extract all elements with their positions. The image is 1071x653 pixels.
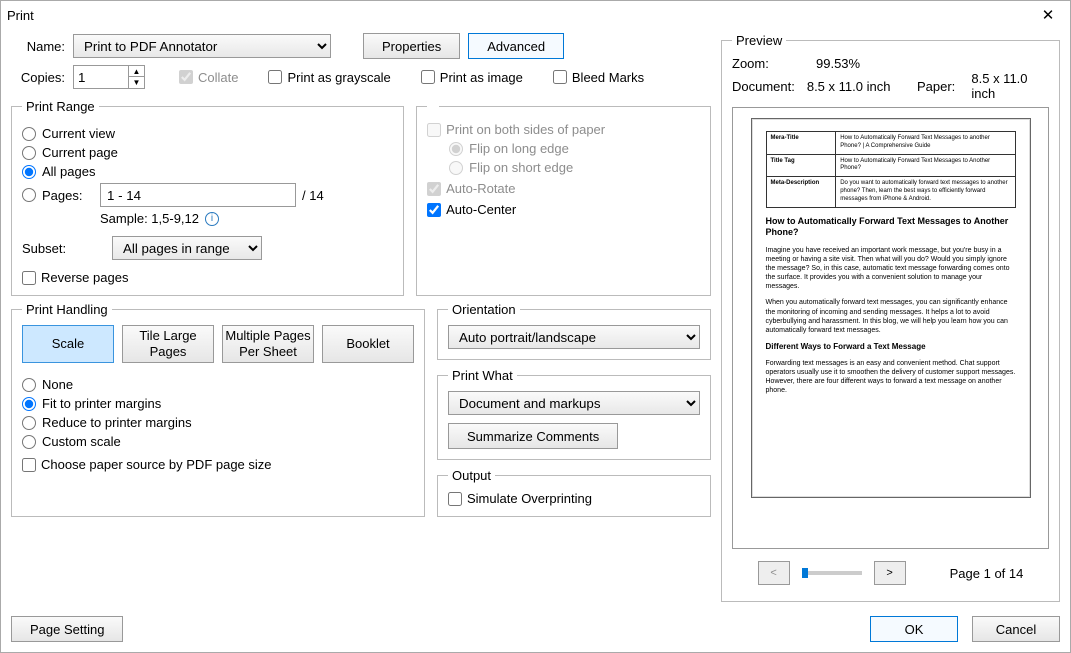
bleed-marks-checkbox[interactable]: Bleed Marks [553, 70, 644, 85]
window-title: Print [7, 8, 34, 23]
print-handling-group: Print Handling Scale Tile Large Pages Mu… [11, 302, 425, 517]
scale-fit-radio[interactable]: Fit to printer margins [22, 396, 414, 411]
scale-custom-radio[interactable]: Custom scale [22, 434, 414, 449]
page-slider[interactable] [802, 571, 862, 575]
ok-button[interactable]: OK [870, 616, 958, 642]
print-as-image-checkbox[interactable]: Print as image [421, 70, 523, 85]
pages-sample: Sample: 1,5-9,12 [100, 211, 199, 226]
summarize-comments-button[interactable]: Summarize Comments [448, 423, 618, 449]
both-sides-checkbox: Print on both sides of paper [427, 122, 700, 137]
reverse-pages-checkbox[interactable]: Reverse pages [22, 270, 393, 285]
pages-label: Pages: [42, 188, 94, 203]
current-view-radio[interactable]: Current view [22, 126, 393, 141]
orientation-select[interactable]: Auto portrait/landscape [448, 325, 700, 349]
zoom-value: 99.53% [816, 56, 860, 71]
paper-label: Paper: [917, 79, 963, 94]
document-size: 8.5 x 11.0 inch [807, 79, 909, 94]
scale-reduce-radio[interactable]: Reduce to printer margins [22, 415, 414, 430]
grayscale-checkbox[interactable]: Print as grayscale [268, 70, 390, 85]
info-icon[interactable]: i [205, 212, 219, 226]
booklet-tab[interactable]: Booklet [322, 325, 414, 363]
print-handling-legend: Print Handling [22, 302, 112, 317]
duplex-group: . Print on both sides of paper Flip on l… [416, 99, 711, 296]
properties-button[interactable]: Properties [363, 33, 460, 59]
preview-canvas: Mera-TitleHow to Automatically Forward T… [732, 107, 1049, 549]
all-pages-radio[interactable]: All pages [22, 164, 393, 179]
print-what-select[interactable]: Document and markups [448, 391, 700, 415]
preview-group: Preview Zoom: 99.53% Document: 8.5 x 11.0… [721, 33, 1060, 602]
collate-checkbox: Collate [179, 70, 238, 85]
multiple-tab[interactable]: Multiple Pages Per Sheet [222, 325, 314, 363]
close-icon[interactable]: ✕ [1032, 5, 1064, 25]
print-range-legend: Print Range [22, 99, 99, 114]
print-what-legend: Print What [448, 368, 517, 383]
scale-none-radio[interactable]: None [22, 377, 414, 392]
subset-label: Subset: [22, 241, 78, 256]
paper-source-checkbox[interactable]: Choose paper source by PDF page size [22, 457, 414, 472]
print-range-group: Print Range Current view Current page Al… [11, 99, 404, 296]
copies-spinner[interactable]: ▲▼ [129, 65, 145, 89]
page-setting-button[interactable]: Page Setting [11, 616, 123, 642]
pages-radio[interactable] [22, 188, 36, 202]
copies-label: Copies: [11, 70, 65, 85]
page-status: Page 1 of 14 [950, 566, 1024, 581]
print-dialog: Print ✕ Name: Print to PDF Annotator Pro… [0, 0, 1071, 653]
current-page-radio[interactable]: Current page [22, 145, 393, 160]
next-page-button[interactable]: > [874, 561, 906, 585]
titlebar: Print ✕ [1, 1, 1070, 29]
flip-long-edge-radio: Flip on long edge [449, 141, 700, 156]
flip-short-edge-radio: Flip on short edge [449, 160, 700, 175]
paper-size: 8.5 x 11.0 inch [971, 71, 1049, 101]
output-legend: Output [448, 468, 495, 483]
printer-select[interactable]: Print to PDF Annotator [73, 34, 331, 58]
advanced-button[interactable]: Advanced [468, 33, 564, 59]
output-group: Output Simulate Overprinting [437, 468, 711, 517]
tile-tab[interactable]: Tile Large Pages [122, 325, 214, 363]
auto-center-checkbox[interactable]: Auto-Center [427, 202, 700, 217]
scale-tab[interactable]: Scale [22, 325, 114, 363]
name-label: Name: [11, 39, 65, 54]
orientation-legend: Orientation [448, 302, 520, 317]
orientation-group: Orientation Auto portrait/landscape [437, 302, 711, 360]
preview-page: Mera-TitleHow to Automatically Forward T… [751, 118, 1031, 498]
document-label: Document: [732, 79, 799, 94]
pages-input[interactable] [100, 183, 296, 207]
prev-page-button[interactable]: < [758, 561, 790, 585]
pages-total: / 14 [302, 188, 324, 203]
auto-rotate-checkbox: Auto-Rotate [427, 181, 700, 196]
preview-legend: Preview [732, 33, 786, 48]
copies-input[interactable] [73, 65, 129, 89]
simulate-overprinting-checkbox[interactable]: Simulate Overprinting [448, 491, 700, 506]
cancel-button[interactable]: Cancel [972, 616, 1060, 642]
print-what-group: Print What Document and markups Summariz… [437, 368, 711, 460]
zoom-label: Zoom: [732, 56, 808, 71]
subset-select[interactable]: All pages in range [112, 236, 262, 260]
